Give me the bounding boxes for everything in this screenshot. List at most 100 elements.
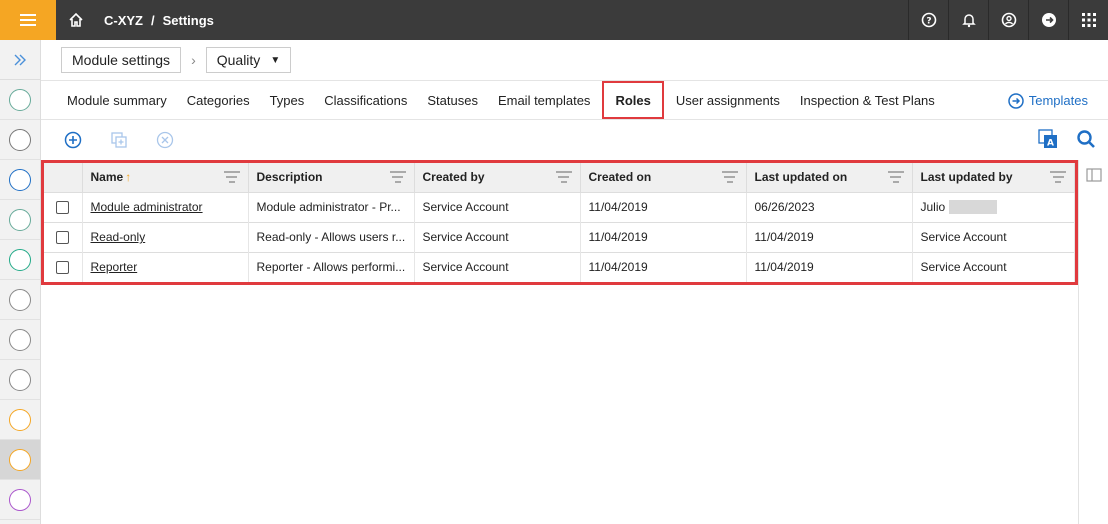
filter-icon[interactable] xyxy=(223,171,240,186)
row-checkbox-cell xyxy=(44,251,83,282)
table-header-row: Name ↑ Description Created by Created on … xyxy=(44,163,1075,192)
column-header-last-updated-by[interactable]: Last updated by xyxy=(912,163,1075,192)
breadcrumb-page: Settings xyxy=(162,12,214,28)
column-header-last-updated-by-label: Last updated by xyxy=(920,170,1013,185)
filter-icon[interactable] xyxy=(1050,171,1066,186)
main-content: Module settings › Quality ▼ Module summa… xyxy=(41,40,1108,524)
row-checkbox[interactable] xyxy=(56,260,70,274)
hamburger-menu-icon[interactable] xyxy=(0,0,56,40)
last-updated-by-name: Julio xyxy=(920,199,946,214)
filter-icon[interactable] xyxy=(555,171,572,186)
search-icon[interactable] xyxy=(1076,129,1096,154)
row-checkbox-cell xyxy=(44,221,83,252)
cell-description: Read-only - Allows users r... xyxy=(248,221,415,252)
role-name-link[interactable]: Reporter xyxy=(91,260,138,274)
tab-statuses[interactable]: Statuses xyxy=(417,81,488,120)
column-header-last-updated-on[interactable]: Last updated on xyxy=(746,163,913,192)
cell-name: Read-only xyxy=(82,221,249,252)
role-name-link[interactable]: Module administrator xyxy=(91,200,203,214)
delete-icon[interactable] xyxy=(155,130,175,150)
tab-classifications[interactable]: Classifications xyxy=(314,81,417,120)
module-select-value: Quality xyxy=(216,52,261,68)
svg-text:A: A xyxy=(1047,139,1054,149)
column-chooser-panel xyxy=(1078,160,1108,524)
user-icon[interactable] xyxy=(988,0,1028,40)
duplicate-icon[interactable] xyxy=(109,130,129,150)
column-header-description[interactable]: Description xyxy=(248,163,415,192)
sidebar-quality-icon[interactable] xyxy=(0,440,40,480)
logout-icon[interactable] xyxy=(1028,0,1068,40)
column-header-name-label: Name xyxy=(90,170,124,185)
column-header-created-by-label: Created by xyxy=(422,170,485,185)
filter-icon[interactable] xyxy=(389,171,406,186)
table-row[interactable]: Reporter Reporter - Allows performi... S… xyxy=(44,251,1075,282)
top-bar: C-XYZ / Settings ? xyxy=(0,0,1108,40)
filter-icon[interactable] xyxy=(721,171,738,186)
sidebar-module-1-icon[interactable] xyxy=(0,80,40,120)
sort-ascending-icon: ↑ xyxy=(125,170,132,185)
sidebar-module-6-icon[interactable] xyxy=(0,280,40,320)
cell-name: Reporter xyxy=(82,251,249,282)
tab-roles[interactable]: Roles xyxy=(602,81,664,119)
cell-created-by: Service Account xyxy=(414,191,581,222)
row-checkbox[interactable] xyxy=(56,200,70,214)
cell-last-updated-by: Service Account xyxy=(912,221,1075,252)
cell-name: Module administrator xyxy=(82,191,249,222)
templates-link[interactable]: Templates xyxy=(1008,81,1088,120)
row-checkbox[interactable] xyxy=(56,230,70,244)
settings-tabs: Module summary Categories Types Classifi… xyxy=(41,81,1108,120)
add-icon[interactable] xyxy=(63,130,83,150)
cell-description: Reporter - Allows performi... xyxy=(248,251,415,282)
sidebar-module-4-icon[interactable] xyxy=(0,200,40,240)
grid-toolbar: A xyxy=(41,120,1108,160)
cell-last-updated-on: 11/04/2019 xyxy=(746,251,913,282)
expand-sidebar-icon[interactable] xyxy=(0,40,40,80)
cell-created-by: Service Account xyxy=(414,251,581,282)
column-header-created-by[interactable]: Created by xyxy=(414,163,581,192)
sidebar-module-11-icon[interactable] xyxy=(0,480,40,520)
table-row[interactable]: Module administrator Module administrato… xyxy=(44,191,1075,222)
translate-icon[interactable]: A xyxy=(1038,129,1058,154)
tab-categories[interactable]: Categories xyxy=(177,81,260,120)
column-header-name[interactable]: Name ↑ xyxy=(82,163,249,192)
sidebar xyxy=(0,40,41,524)
sidebar-module-2-icon[interactable] xyxy=(0,120,40,160)
bell-icon[interactable] xyxy=(948,0,988,40)
cell-last-updated-on: 06/26/2023 xyxy=(746,191,913,222)
module-select[interactable]: Quality ▼ xyxy=(205,47,292,73)
sidebar-module-3-icon[interactable] xyxy=(0,160,40,200)
column-header-created-on[interactable]: Created on xyxy=(580,163,747,192)
columns-panel-icon[interactable] xyxy=(1079,160,1108,195)
breadcrumb-separator: / xyxy=(151,12,155,28)
cell-created-by: Service Account xyxy=(414,221,581,252)
sidebar-module-7-icon[interactable] xyxy=(0,320,40,360)
tab-module-summary[interactable]: Module summary xyxy=(57,81,177,120)
tab-user-assignments[interactable]: User assignments xyxy=(666,81,790,120)
breadcrumb: C-XYZ / Settings xyxy=(104,13,214,28)
sidebar-module-8-icon[interactable] xyxy=(0,360,40,400)
tab-email-templates[interactable]: Email templates xyxy=(488,81,600,120)
help-icon[interactable]: ? xyxy=(908,0,948,40)
table-row[interactable]: Read-only Read-only - Allows users r... … xyxy=(44,221,1075,252)
module-settings-button[interactable]: Module settings xyxy=(61,47,182,73)
row-checkbox-cell xyxy=(44,191,83,222)
svg-text:?: ? xyxy=(926,17,931,27)
sidebar-module-9-icon[interactable] xyxy=(0,400,40,440)
breadcrumb-org[interactable]: C-XYZ xyxy=(104,13,143,28)
cell-last-updated-on: 11/04/2019 xyxy=(746,221,913,252)
select-all-header xyxy=(44,163,83,192)
templates-label: Templates xyxy=(1028,93,1088,108)
tab-types[interactable]: Types xyxy=(260,81,315,120)
filter-icon[interactable] xyxy=(887,171,904,186)
home-icon[interactable] xyxy=(56,0,96,40)
cell-last-updated-by: Service Account xyxy=(912,251,1075,282)
sidebar-module-5-icon[interactable] xyxy=(0,240,40,280)
caret-down-icon: ▼ xyxy=(270,54,281,66)
cell-created-on: 11/04/2019 xyxy=(580,221,747,252)
chevron-right-icon: › xyxy=(191,52,196,68)
apps-grid-icon[interactable] xyxy=(1068,0,1108,40)
role-name-link[interactable]: Read-only xyxy=(91,230,146,244)
tab-inspection-test-plans[interactable]: Inspection & Test Plans xyxy=(790,81,945,120)
cell-description: Module administrator - Pr... xyxy=(248,191,415,222)
arrow-circle-icon xyxy=(1008,92,1024,109)
